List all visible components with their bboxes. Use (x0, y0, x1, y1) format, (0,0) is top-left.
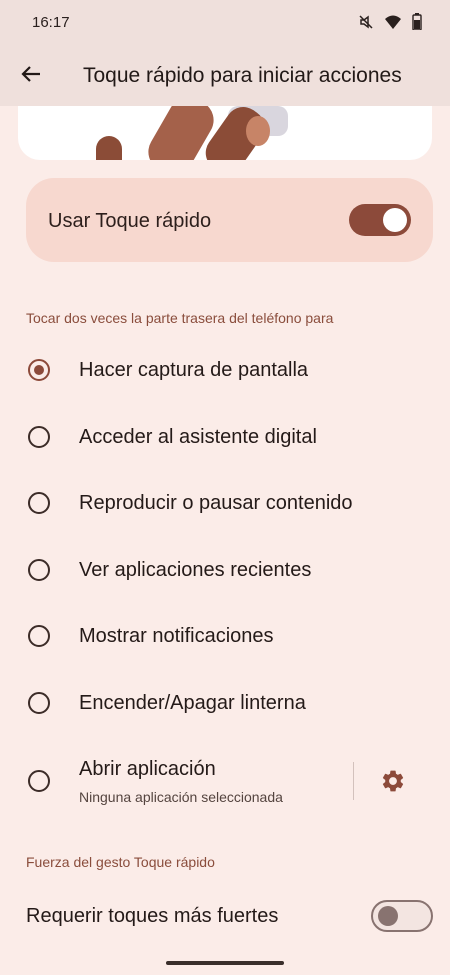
top-app-bar: Toque rápido para iniciar acciones (0, 44, 450, 106)
option-label: Encender/Apagar linterna (79, 692, 306, 714)
status-bar: 16:17 (0, 0, 450, 44)
require-stronger-taps-switch[interactable] (371, 900, 433, 932)
option-sublabel: Ninguna aplicación seleccionada (79, 789, 283, 805)
quick-tap-illustration (18, 106, 432, 160)
option-label: Ver aplicaciones recientes (79, 559, 312, 581)
option-label: Hacer captura de pantalla (79, 359, 309, 381)
radio-button[interactable] (28, 625, 50, 647)
gear-icon (380, 770, 406, 798)
vertical-divider (353, 762, 354, 800)
option-notifications[interactable]: Mostrar notificaciones (0, 603, 450, 669)
radio-button[interactable] (28, 559, 50, 581)
option-digital-assistant[interactable]: Acceder al asistente digital (0, 404, 450, 470)
option-label: Mostrar notificaciones (79, 625, 274, 647)
mute-icon (358, 14, 374, 35)
option-screenshot[interactable]: Hacer captura de pantalla (0, 337, 450, 403)
option-label: Reproducir o pausar contenido (79, 492, 353, 514)
radio-button[interactable] (28, 692, 50, 714)
arrow-back-icon (21, 65, 41, 88)
wifi-icon (384, 14, 402, 35)
open-app-settings-button[interactable] (380, 768, 406, 794)
radio-button[interactable] (28, 359, 50, 381)
page-title: Toque rápido para iniciar acciones (83, 64, 402, 87)
double-tap-section-header: Tocar dos veces la parte trasera del tel… (26, 310, 334, 326)
status-icons (358, 13, 422, 35)
back-button[interactable] (14, 60, 48, 92)
radio-button[interactable] (28, 492, 50, 514)
gesture-strength-section-header: Fuerza del gesto Toque rápido (26, 854, 215, 870)
use-quick-tap-switch[interactable] (349, 204, 411, 236)
require-stronger-taps-row[interactable]: Requerir toques más fuertes (0, 890, 450, 940)
option-recent-apps[interactable]: Ver aplicaciones recientes (0, 537, 450, 603)
require-stronger-taps-label: Requerir toques más fuertes (26, 905, 279, 927)
switch-knob (378, 906, 398, 926)
radio-button[interactable] (28, 426, 50, 448)
gesture-nav-handle[interactable] (166, 961, 284, 965)
battery-icon (412, 13, 422, 35)
switch-knob (383, 208, 407, 232)
option-label: Abrir aplicación (79, 758, 216, 780)
radio-button[interactable] (28, 770, 50, 792)
option-label: Acceder al asistente digital (79, 426, 317, 448)
option-flashlight[interactable]: Encender/Apagar linterna (0, 670, 450, 736)
option-open-app[interactable]: Abrir aplicación Ninguna aplicación sele… (0, 748, 350, 812)
use-quick-tap-label: Usar Toque rápido (48, 210, 212, 232)
status-time: 16:17 (32, 14, 70, 31)
use-quick-tap-card[interactable]: Usar Toque rápido (26, 178, 433, 262)
option-play-pause-media[interactable]: Reproducir o pausar contenido (0, 470, 450, 536)
